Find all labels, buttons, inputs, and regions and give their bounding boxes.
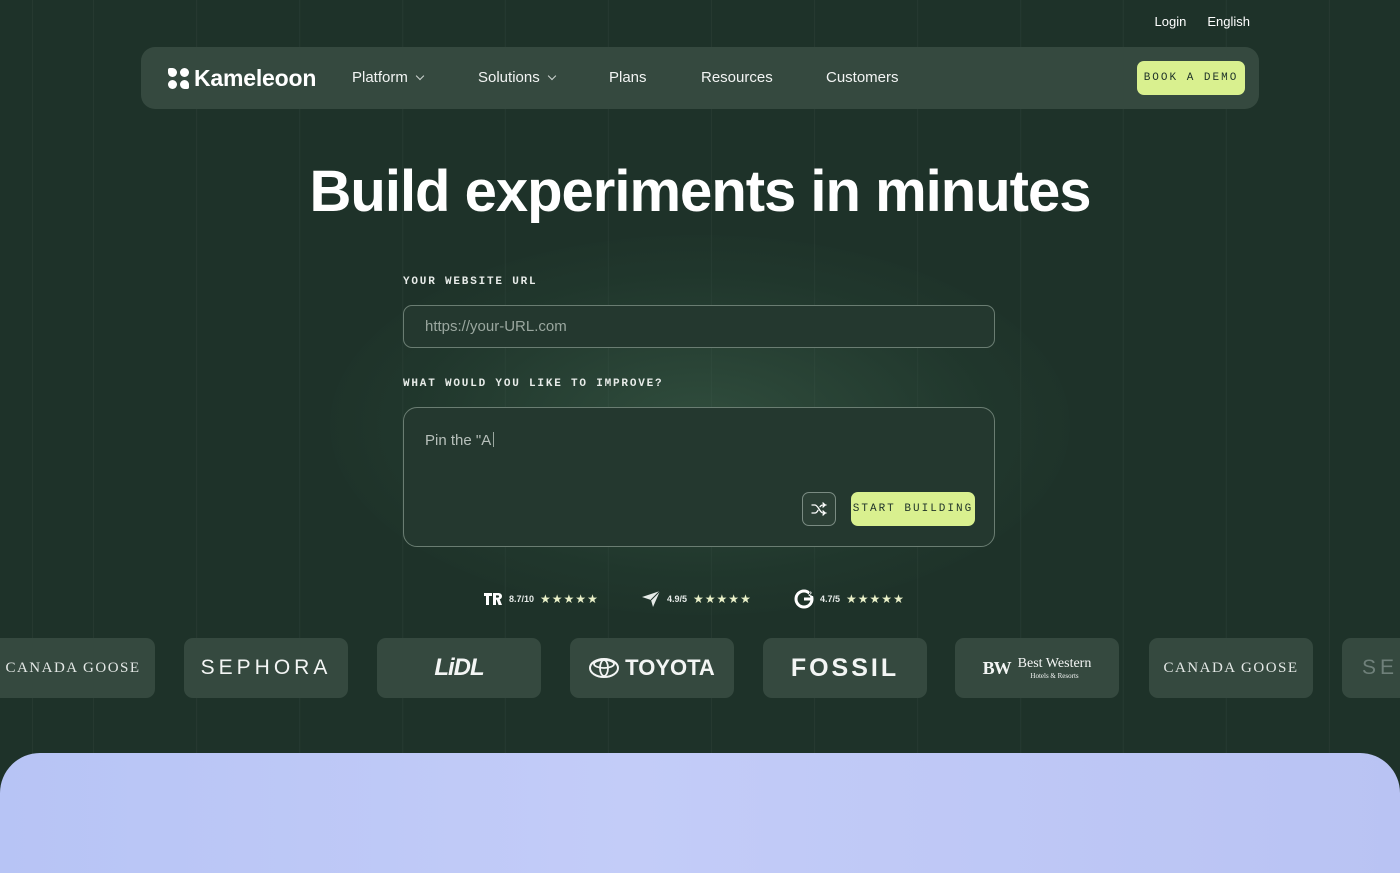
logo-sephora: SEPHORA bbox=[184, 638, 348, 698]
rating-score: 8.7/10 bbox=[509, 594, 535, 604]
book-demo-button[interactable]: BOOK A DEMO bbox=[1137, 61, 1245, 95]
nav-label: Resources bbox=[701, 69, 773, 86]
brand-logo[interactable]: Kameleoon bbox=[168, 65, 316, 92]
start-building-button[interactable]: START BUILDING bbox=[851, 492, 975, 526]
logo-canada-goose: CANADA GOOSE bbox=[0, 638, 155, 698]
toyota-emblem-icon bbox=[589, 658, 620, 678]
chevron-down-icon bbox=[547, 71, 556, 81]
login-link[interactable]: Login bbox=[1155, 14, 1187, 29]
rating-g2[interactable]: 2 4.7/5 ★★★★★ bbox=[794, 589, 905, 609]
nav-label: Platform bbox=[352, 69, 408, 86]
improve-text: Pin the "A bbox=[425, 432, 495, 449]
chevron-down-icon bbox=[415, 71, 425, 81]
top-utility-bar: Login English bbox=[1155, 14, 1250, 29]
logo-lidl: LiDL bbox=[377, 638, 541, 698]
nav-label: Customers bbox=[826, 69, 899, 86]
rating-score: 4.9/5 bbox=[667, 594, 688, 604]
customer-logos-carousel: CANADA GOOSE SEPHORA LiDL TOYOTA FOSSIL … bbox=[0, 638, 1400, 698]
main-navbar: Kameleoon Platform Solutions Plans Resou… bbox=[141, 47, 1259, 109]
nav-label: Solutions bbox=[478, 69, 540, 86]
logo-toyota: TOYOTA bbox=[570, 638, 734, 698]
nav-label: Plans bbox=[609, 69, 647, 86]
nav-item-solutions[interactable]: Solutions bbox=[478, 69, 556, 86]
brand-name: Kameleoon bbox=[194, 65, 317, 91]
nav-item-platform[interactable]: Platform bbox=[352, 69, 425, 86]
logo-fossil: FOSSIL bbox=[763, 638, 927, 698]
url-label: YOUR WEBSITE URL bbox=[403, 276, 538, 288]
rating-trustradius[interactable]: 8.7/10 ★★★★★ bbox=[483, 590, 599, 608]
g2-icon: 2 bbox=[794, 589, 814, 609]
next-section-panel bbox=[0, 753, 1400, 873]
nav-item-customers[interactable]: Customers bbox=[826, 69, 899, 86]
logo-sephora-partial: SE bbox=[1342, 638, 1400, 698]
capterra-icon bbox=[641, 590, 661, 608]
language-selector[interactable]: English bbox=[1207, 14, 1250, 29]
logo-best-western: BW Best Western Hotels & Resorts bbox=[955, 638, 1119, 698]
shuffle-icon bbox=[811, 502, 827, 516]
trustradius-icon bbox=[483, 590, 503, 608]
star-rating: ★★★★★ bbox=[540, 592, 599, 606]
improve-textarea[interactable]: Pin the "A START BUILDING bbox=[403, 407, 995, 547]
rating-capterra[interactable]: 4.9/5 ★★★★★ bbox=[641, 590, 752, 608]
website-url-input[interactable] bbox=[403, 305, 995, 348]
nav-item-resources[interactable]: Resources bbox=[701, 69, 773, 86]
star-rating: ★★★★★ bbox=[693, 592, 752, 606]
improve-label: WHAT WOULD YOU LIKE TO IMPROVE? bbox=[403, 378, 664, 390]
shuffle-button[interactable] bbox=[802, 492, 836, 526]
hero-title: Build experiments in minutes bbox=[309, 159, 1092, 224]
kameleoon-logo-icon bbox=[168, 68, 189, 89]
ratings-bar: 8.7/10 ★★★★★ 4.9/5 ★★★★★ 2 4.7/5 ★★★★★ bbox=[0, 589, 1400, 610]
nav-item-plans[interactable]: Plans bbox=[609, 69, 647, 86]
logo-canada-goose: CANADA GOOSE bbox=[1149, 638, 1313, 698]
star-rating: ★★★★★ bbox=[846, 592, 905, 606]
rating-score: 4.7/5 bbox=[820, 594, 841, 604]
